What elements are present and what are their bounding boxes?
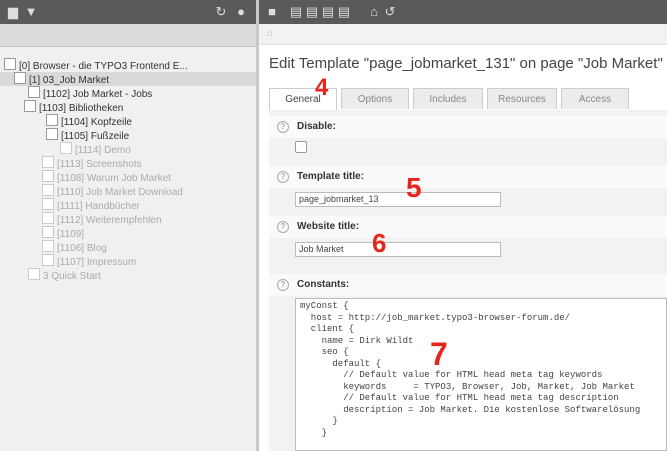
tree-item[interactable]: [1107] Impressum	[42, 254, 136, 268]
tree-item[interactable]: 3 Quick Start	[28, 268, 101, 282]
help-icon[interactable]: ?	[277, 171, 289, 183]
tab-resources[interactable]: Resources	[487, 88, 557, 109]
tab-options[interactable]: Options	[341, 88, 409, 109]
tree-item[interactable]: [1105] Fußzeile	[46, 128, 129, 142]
constants-label: Constants:	[297, 279, 350, 290]
page-icon	[24, 100, 36, 112]
tree-item[interactable]: [1103] Bibliotheken	[24, 100, 123, 114]
tree-item-label: [1107] Impressum	[57, 257, 137, 268]
tree-item-label: [1] 03_Job Market	[29, 75, 110, 86]
website-title-label: Website title:	[297, 221, 360, 232]
page-icon	[28, 86, 40, 98]
page-icon	[42, 156, 54, 168]
tree-item[interactable]: [1113] Screenshots	[42, 156, 142, 170]
disable-field-header: ? Disable:	[269, 116, 667, 138]
page-title: Edit Template "page_jobmarket_131" on pa…	[269, 55, 663, 72]
page-icon	[42, 170, 54, 182]
annotation-number: 7	[430, 336, 448, 372]
help-icon[interactable]: ?	[277, 221, 289, 233]
settings-icon[interactable]: ●	[234, 5, 248, 19]
filter-icon[interactable]: ▼	[24, 5, 38, 19]
page-icon	[4, 58, 16, 70]
undo-icon[interactable]: ↺	[383, 5, 397, 19]
page-icon	[42, 226, 54, 238]
save-close-icon[interactable]: ▤	[321, 5, 335, 19]
tree-item[interactable]: [1102] Job Market - Jobs	[28, 86, 152, 100]
refresh-icon[interactable]: ↻	[214, 5, 228, 19]
tree-item[interactable]: [1114] Demo	[60, 142, 131, 156]
new-page-icon[interactable]: ▆	[6, 5, 20, 19]
tab-bar: General Options Includes Resources Acces…	[269, 88, 667, 111]
disable-label: Disable:	[297, 121, 336, 132]
page-tree-panel: ▆ ▼ ↻ ● [0] Browser - die TYPO3 Frontend…	[0, 0, 256, 451]
tree-item[interactable]: [0] Browser - die TYPO3 Frontend E...	[4, 58, 188, 72]
annotation-number: 4	[315, 74, 329, 101]
template-title-input[interactable]: page_jobmarket_13	[295, 192, 501, 207]
page-icon	[28, 268, 40, 280]
page-icon	[14, 72, 26, 84]
tree-item[interactable]: [1106] Blog	[42, 240, 107, 254]
tree-item-label: [1108] Warum Job Market	[57, 173, 171, 184]
annotation-number: 5	[406, 172, 422, 203]
tree-item-label: [1104] Kopfzeile	[61, 117, 132, 128]
tab-access[interactable]: Access	[561, 88, 629, 109]
annotation-number: 6	[372, 228, 387, 258]
page-icon	[60, 142, 72, 154]
disable-checkbox[interactable]	[295, 141, 307, 153]
close-icon[interactable]: ■	[265, 5, 279, 19]
tree-item-label: [1114] Demo	[75, 145, 131, 156]
editor-toolbar: ■ ▤ ▤ ▤ ▤ ⌂ ↺	[259, 0, 667, 24]
help-icon[interactable]: ?	[277, 279, 289, 291]
page-tree-subbar	[0, 24, 256, 47]
tree-item[interactable]: [1109]	[42, 226, 84, 240]
save-icon[interactable]: ▤	[289, 5, 303, 19]
tree-item[interactable]: [1110] Job Market Download	[42, 184, 183, 198]
help-icon[interactable]: ?	[277, 121, 289, 133]
template-title-field-header: ? Template title:	[269, 166, 667, 188]
tree-item[interactable]: [1108] Warum Job Market	[42, 170, 171, 184]
tree-item-label: [1109]	[57, 229, 85, 240]
tree-item-label: 3 Quick Start	[43, 271, 101, 282]
editor-panel: ■ ▤ ▤ ▤ ▤ ⌂ ↺ ⌂ Edit Template "page_jobm…	[259, 0, 667, 451]
tree-item-label: [1103] Bibliotheken	[39, 103, 124, 114]
tab-content-general: ? Disable: ? Template title: page_jobmar…	[269, 110, 667, 451]
page-icon	[46, 114, 58, 126]
constants-editor[interactable]: myConst { host = http://job_market.typo3…	[295, 298, 667, 451]
tree-item-label: [1113] Screenshots	[57, 159, 142, 170]
tab-includes[interactable]: Includes	[413, 88, 483, 109]
path-icon: ⌂	[266, 28, 274, 39]
tree-item-label: [1111] Handbücher	[57, 201, 140, 212]
page-icon	[42, 254, 54, 266]
save-view-icon[interactable]: ▤	[305, 5, 319, 19]
tree-item-label: [1110] Job Market Download	[57, 187, 183, 198]
save-new-icon[interactable]: ▤	[337, 5, 351, 19]
constants-field-header: ? Constants:	[269, 274, 667, 296]
home-icon[interactable]: ⌂	[367, 5, 381, 19]
page-icon	[46, 128, 58, 140]
tree-item[interactable]: [1] 03_Job Market	[0, 72, 256, 86]
page-tree-toolbar: ▆ ▼ ↻ ●	[0, 0, 256, 24]
website-title-input[interactable]: Job Market	[295, 242, 501, 257]
page-icon	[42, 198, 54, 210]
tree-item[interactable]: [1111] Handbücher	[42, 198, 140, 212]
website-title-field-header: ? Website title:	[269, 216, 667, 238]
tree-item[interactable]: [1112] Weiterempfehlen	[42, 212, 162, 226]
tree-item-label: [1112] Weiterempfehlen	[57, 215, 162, 226]
tree-item[interactable]: [1104] Kopfzeile	[46, 114, 132, 128]
tree-item-label: [1106] Blog	[57, 243, 107, 254]
page-icon	[42, 212, 54, 224]
tree-item-label: [0] Browser - die TYPO3 Frontend E...	[19, 61, 188, 72]
template-title-label: Template title:	[297, 171, 365, 182]
tree-item-label: [1105] Fußzeile	[61, 131, 130, 142]
editor-subbar: ⌂	[259, 24, 667, 45]
page-icon	[42, 240, 54, 252]
tree-item-label: [1102] Job Market - Jobs	[43, 89, 153, 100]
page-icon	[42, 184, 54, 196]
